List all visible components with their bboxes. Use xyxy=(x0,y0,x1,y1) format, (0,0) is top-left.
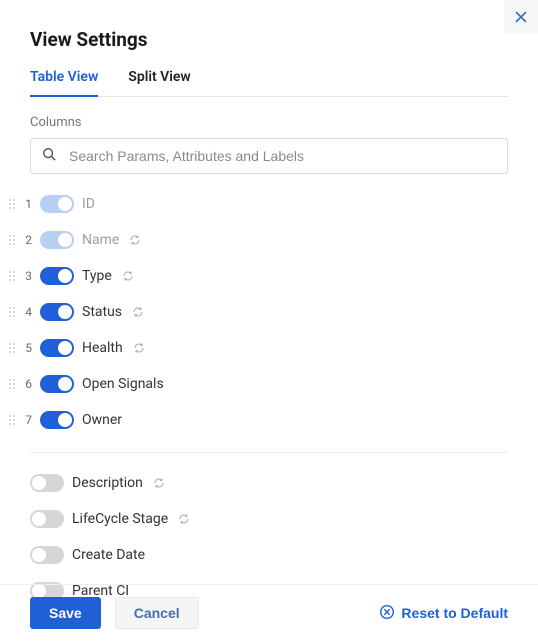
page-title: View Settings xyxy=(30,28,508,51)
column-label: ID xyxy=(82,196,95,212)
column-toggle[interactable] xyxy=(40,303,74,321)
column-row: Create Date xyxy=(30,537,508,573)
attribute-refresh-icon xyxy=(151,475,167,491)
row-index: 2 xyxy=(24,233,32,247)
section-divider xyxy=(30,452,508,453)
row-index: 5 xyxy=(24,341,32,355)
column-toggle[interactable] xyxy=(30,510,64,528)
reset-icon xyxy=(379,604,395,623)
column-toggle xyxy=(40,195,74,213)
drag-handle-icon[interactable] xyxy=(8,199,16,209)
column-row: 4 Status xyxy=(8,294,508,330)
reset-label: Reset to Default xyxy=(401,605,508,621)
search-icon xyxy=(42,147,56,165)
column-row: LifeCycle Stage xyxy=(30,501,508,537)
row-index: 1 xyxy=(24,197,32,211)
column-row: 7 Owner xyxy=(8,402,508,438)
column-label: Open Signals xyxy=(82,376,164,392)
column-row: 3 Type xyxy=(8,258,508,294)
footer: Save Cancel Reset to Default xyxy=(0,584,538,643)
attribute-refresh-icon xyxy=(120,268,136,284)
column-toggle xyxy=(40,231,74,249)
column-toggle[interactable] xyxy=(40,267,74,285)
column-row: 5 Health xyxy=(8,330,508,366)
drag-handle-icon[interactable] xyxy=(8,235,16,245)
column-toggle[interactable] xyxy=(40,375,74,393)
column-toggle[interactable] xyxy=(30,474,64,492)
close-button[interactable] xyxy=(504,0,538,34)
drag-handle-icon[interactable] xyxy=(8,415,16,425)
column-label: Description xyxy=(72,475,143,491)
column-label: Create Date xyxy=(72,547,145,563)
drag-handle-icon[interactable] xyxy=(8,343,16,353)
column-label: LifeCycle Stage xyxy=(72,511,168,527)
cancel-button[interactable]: Cancel xyxy=(115,597,199,629)
close-icon xyxy=(515,11,527,23)
column-label: Status xyxy=(82,304,122,320)
column-row: Description xyxy=(30,465,508,501)
row-index: 7 xyxy=(24,413,32,427)
column-label: Owner xyxy=(82,412,122,428)
row-index: 6 xyxy=(24,377,32,391)
column-row: 6 Open Signals xyxy=(8,366,508,402)
attribute-refresh-icon xyxy=(131,340,147,356)
attribute-refresh-icon xyxy=(127,232,143,248)
column-label: Name xyxy=(82,232,119,248)
column-label: Type xyxy=(82,268,112,284)
save-button[interactable]: Save xyxy=(30,597,101,629)
row-index: 4 xyxy=(24,305,32,319)
row-index: 3 xyxy=(24,269,32,283)
column-toggle[interactable] xyxy=(30,546,64,564)
tab-table-view[interactable]: Table View xyxy=(30,69,98,97)
column-toggle[interactable] xyxy=(40,411,74,429)
search-input[interactable] xyxy=(30,138,508,174)
columns-label: Columns xyxy=(30,115,508,130)
drag-handle-icon[interactable] xyxy=(8,307,16,317)
attribute-refresh-icon xyxy=(176,511,192,527)
tabs: Table View Split View xyxy=(30,69,508,97)
attribute-refresh-icon xyxy=(130,304,146,320)
tab-split-view[interactable]: Split View xyxy=(128,69,190,97)
column-row: 1 ID xyxy=(8,186,508,222)
drag-handle-icon[interactable] xyxy=(8,271,16,281)
enabled-columns-list: 1ID2Name3Type4Status5Health6Open Signals… xyxy=(30,186,508,438)
column-row: 2 Name xyxy=(8,222,508,258)
column-label: Health xyxy=(82,340,123,356)
column-toggle[interactable] xyxy=(40,339,74,357)
reset-to-default-button[interactable]: Reset to Default xyxy=(379,604,508,623)
drag-handle-icon[interactable] xyxy=(8,379,16,389)
